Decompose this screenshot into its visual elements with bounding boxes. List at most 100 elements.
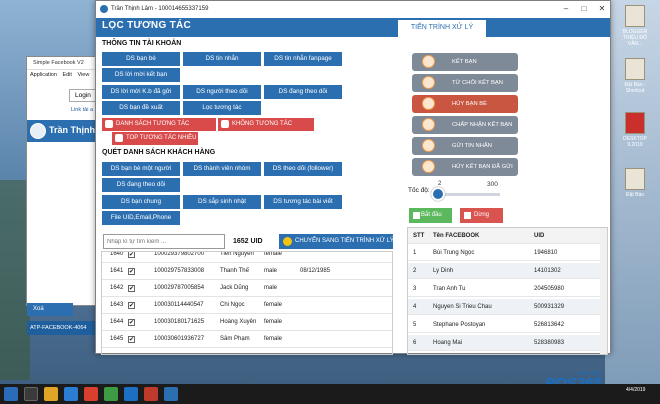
filter-interaction-button[interactable]: Lọc tương tác xyxy=(183,101,261,115)
facebook-tool-icon[interactable] xyxy=(164,387,178,401)
account-section-title: THÔNG TIN TÀI KHOẢN xyxy=(102,40,182,47)
table-row[interactable]: 1642 ✔ 100029787005854 Jack Dũng male xyxy=(102,280,392,297)
person-friends-button[interactable]: DS bạn bè một người xyxy=(102,162,180,176)
message-icon xyxy=(422,139,435,152)
fanpage-messages-button[interactable]: DS tin nhắn fanpage xyxy=(264,52,342,66)
messages-list-button[interactable]: DS tin nhắn xyxy=(183,52,261,66)
table-row[interactable]: 3 Tran Anh Tu 204505980 xyxy=(408,281,607,297)
add-friend-button[interactable]: KẾT BẠN xyxy=(412,53,518,71)
accept-friend-button[interactable]: CHẤP NHẬN KẾT BẠN xyxy=(412,116,518,134)
start-icon[interactable] xyxy=(4,387,18,401)
sent-requests-button[interactable]: DS lời mời K.b đã gửi xyxy=(102,85,180,99)
document-icon xyxy=(625,168,645,190)
menu-view[interactable]: View xyxy=(77,72,89,78)
mutual-friends-button[interactable]: DS bạn chung xyxy=(102,195,180,209)
back-window-menu: Application Edit View xyxy=(27,70,105,80)
followers-button[interactable]: DS người theo dõi xyxy=(183,85,261,99)
search-icon[interactable] xyxy=(24,387,38,401)
customer-table: 1640 ✔ 100029379802700 Tien Nguyen femal… xyxy=(101,251,393,355)
remove-user-icon xyxy=(422,97,435,110)
desktop-icon-dat-bao[interactable]: Đặt Báo xyxy=(617,168,653,198)
browser-icon[interactable] xyxy=(64,387,78,401)
desktop-icon-desktop-folder[interactable]: DESKTOP 9.2019 xyxy=(617,112,653,148)
maximize-icon[interactable]: □ xyxy=(579,4,589,14)
powerpoint-icon[interactable] xyxy=(144,387,158,401)
taskbar-clock: 4/4/2019 xyxy=(626,387,646,393)
friends-list-button[interactable]: DS bạn bè xyxy=(102,52,180,66)
file-uid-button[interactable]: File UID,Email,Phone xyxy=(102,211,180,225)
folder-icon[interactable] xyxy=(44,387,58,401)
main-window: Trần Thịnh Lâm - 100014655337159 – □ ✕ L… xyxy=(95,0,611,355)
list-icon xyxy=(105,120,113,128)
block-icon xyxy=(221,120,229,128)
table-row[interactable]: 2 Ly Dinh 14101302 xyxy=(408,263,607,279)
table-row[interactable]: 6 Hoang Mai 528380983 xyxy=(408,335,607,351)
search-input[interactable] xyxy=(103,234,225,249)
menu-application[interactable]: Application xyxy=(30,72,57,78)
table-row[interactable]: 1644 ✔ 100030180171625 Hoàng Xuyên femal… xyxy=(102,314,392,331)
transfer-button[interactable]: CHUYỂN SANG TIẾN TRÌNH XỬ LÝ xyxy=(279,234,394,249)
desktop-icon-blogger[interactable]: BLOGGER TRIỆU ĐÔ VĂN... xyxy=(617,5,653,47)
stop-icon xyxy=(464,212,471,219)
row-checkbox[interactable]: ✔ xyxy=(128,302,135,309)
send-message-button[interactable]: GỬI TIN NHẮN xyxy=(412,137,518,155)
app-icon-red[interactable] xyxy=(84,387,98,401)
download-link[interactable]: Link tải a xyxy=(71,107,93,113)
unfriend-button[interactable]: HỦY BẠN BÈ xyxy=(412,95,518,113)
taskbar xyxy=(0,384,660,404)
app-icon-green[interactable] xyxy=(104,387,118,401)
table-row[interactable]: 1640 ✔ 100029379802700 Tien Nguyen femal… xyxy=(102,252,392,263)
stop-button[interactable]: Dừng xyxy=(460,208,503,223)
cancel-sent-request-button[interactable]: HỦY KẾT BẠN ĐÃ GỬI xyxy=(412,158,518,176)
menu-edit[interactable]: Edit xyxy=(62,72,71,78)
pdf-icon xyxy=(625,112,645,134)
word-icon[interactable] xyxy=(124,387,138,401)
following-scan-button[interactable]: DS đang theo dõi xyxy=(102,178,180,192)
title-bar: Trần Thịnh Lâm - 100014655337159 – □ ✕ xyxy=(96,1,610,18)
row-checkbox[interactable]: ✔ xyxy=(128,319,135,326)
row-checkbox[interactable]: ✔ xyxy=(128,336,135,343)
process-table: STT Tên FACEBOOK UID 1 Bùi Trung Ngọc 19… xyxy=(407,227,608,355)
table-row[interactable]: 1641 ✔ 100029757833008 Thanh Thế male 08… xyxy=(102,263,392,280)
start-button[interactable]: Bắt đầu xyxy=(409,208,452,223)
friend-requests-button[interactable]: DS lời mời kết bạn xyxy=(102,68,180,82)
decline-friend-button[interactable]: TỪ CHỐI KẾT BẠN xyxy=(412,74,518,92)
speed-max: 300 xyxy=(487,181,498,188)
delete-button[interactable]: Xoá xyxy=(27,303,73,316)
post-interaction-button[interactable]: DS tương tác bài viết xyxy=(264,195,342,209)
table-row[interactable]: 1645 ✔ 100030601936727 Sâm Phạm female xyxy=(102,331,392,348)
suggested-friends-button[interactable]: DS bạn đề xuất xyxy=(102,101,180,115)
row-checkbox[interactable]: ✔ xyxy=(128,268,135,275)
interaction-list-tag[interactable]: DANH SÁCH TƯƠNG TÁC xyxy=(102,118,216,131)
table-row[interactable]: 5 Stephane Postoyan 526813642 xyxy=(408,317,607,333)
minimize-icon[interactable]: – xyxy=(561,4,571,14)
uid-count: 1652 UID xyxy=(233,238,263,245)
simple-facebook-window: Simple Facebook V2 Application Edit View… xyxy=(26,56,127,335)
top-interaction-tag[interactable]: TOP TƯƠNG TÁC NHIỀU xyxy=(112,132,198,145)
table-row[interactable]: 1643 ✔ 100030114440547 Chi Ngọc female xyxy=(102,297,392,314)
transfer-icon xyxy=(283,237,292,246)
upcoming-birthday-button[interactable]: DS sắp sinh nhật xyxy=(183,195,261,209)
follower-scan-button[interactable]: DS theo dõi (follower) xyxy=(264,162,342,176)
document-icon xyxy=(625,58,645,80)
add-user-icon xyxy=(422,55,435,68)
book-icon xyxy=(625,5,645,27)
back-window-title: Simple Facebook V2 xyxy=(27,57,105,70)
table-row[interactable]: 4 Nguyen Si Trieu Chau 500931329 xyxy=(408,299,607,315)
speed-slider[interactable] xyxy=(438,193,500,196)
vertical-scrollbar[interactable] xyxy=(600,228,607,354)
row-checkbox[interactable]: ✔ xyxy=(128,285,135,292)
speed-slider-thumb[interactable] xyxy=(431,187,445,201)
table-row[interactable]: 1 Bùi Trung Ngọc 1946810 xyxy=(408,245,607,261)
row-checkbox[interactable]: ✔ xyxy=(128,252,135,258)
group-members-button[interactable]: DS thành viên nhóm xyxy=(183,162,261,176)
following-button[interactable]: DS đang theo dõi xyxy=(264,85,342,99)
tab-tien-trinh-xu-ly[interactable]: TIẾN TRÌNH XỬ LÝ xyxy=(398,20,486,37)
no-interaction-tag[interactable]: KHÔNG TƯƠNG TÁC xyxy=(218,118,314,131)
close-icon[interactable]: ✕ xyxy=(597,4,607,14)
tab-loc-tuong-tac[interactable]: LỌC TƯƠNG TÁC xyxy=(102,20,191,31)
desktop-icon-dat-bao-shortcut[interactable]: Đặt Báo - Shortcut xyxy=(617,58,653,94)
scan-section-title: QUÉT DANH SÁCH KHÁCH HÀNG xyxy=(102,149,216,156)
cancel-request-icon xyxy=(422,160,435,173)
app-icon xyxy=(100,5,108,13)
